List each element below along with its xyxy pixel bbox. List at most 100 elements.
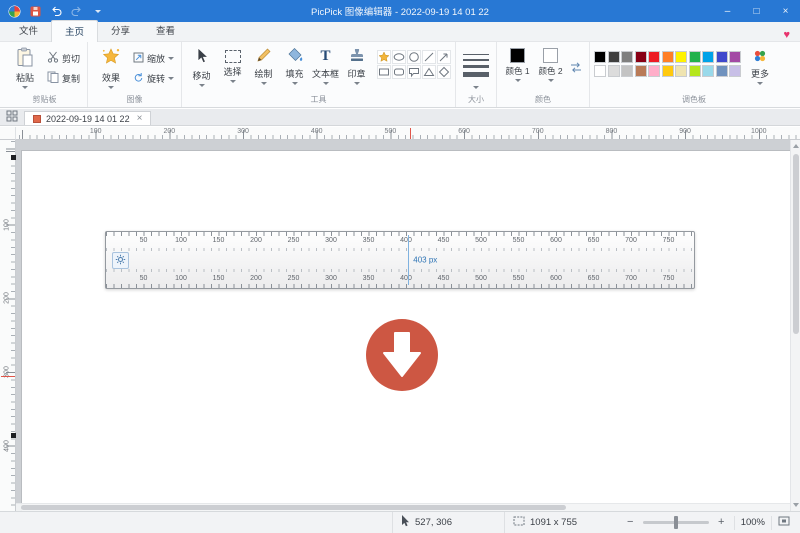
shape-rounded-rectangle-button[interactable] [392,65,406,79]
rotate-button[interactable]: 旋转 [130,70,177,86]
textbox-chevron-icon [323,82,329,85]
canvas[interactable]: 5010015020025030035040045050055060065070… [22,151,790,511]
palette-swatch[interactable] [729,65,741,77]
scroll-down-icon[interactable] [793,503,799,507]
draw-tool-button[interactable]: 绘制 [248,45,279,85]
vertical-scrollbar[interactable] [790,140,800,511]
group-tools: 移动 选择 绘制 填充 [182,42,456,107]
maximize-button[interactable]: □ [742,0,771,22]
redo-icon[interactable] [70,4,84,18]
paste-chevron-icon [22,86,28,89]
copy-button[interactable]: 复制 [44,70,83,86]
ruler-tool-number: 100 [175,275,187,282]
horizontal-scrollbar[interactable] [16,503,790,511]
stamp-tool-button[interactable]: 印章 [341,45,372,85]
horizontal-scrollbar-thumb[interactable] [21,505,566,510]
tab-list-button[interactable] [0,109,24,125]
palette-swatch[interactable] [662,51,674,63]
shape-star-button[interactable] [377,50,391,64]
color2-swatch [543,48,558,63]
cursor-position: 527, 306 [392,512,460,533]
shape-rectangle-button[interactable] [377,65,391,79]
heart-icon[interactable]: ♥ [783,30,790,41]
close-button[interactable]: × [771,0,800,22]
resize-button[interactable]: 缩放 [130,50,177,66]
zoom-out-button[interactable]: − [624,516,637,529]
zoom-slider[interactable] [643,521,709,524]
zoom-slider-thumb[interactable] [674,516,678,529]
tab-share[interactable]: 分享 [98,20,143,41]
palette-swatch[interactable] [621,51,633,63]
cut-button[interactable]: 剪切 [44,50,83,66]
palette-swatch[interactable] [689,51,701,63]
ruler-tool-image: 5010015020025030035040045050055060065070… [105,231,695,289]
palette-swatch[interactable] [648,51,660,63]
palette-swatch[interactable] [635,65,647,77]
palette-swatch[interactable] [702,65,714,77]
shape-ellipse-button[interactable] [392,50,406,64]
size-chevron-icon[interactable] [473,86,479,89]
palette-swatch[interactable] [716,65,728,77]
palette-swatch[interactable] [635,51,647,63]
tab-home[interactable]: 主页 [51,20,98,42]
horizontal-cursor-marker [410,128,411,139]
save-icon[interactable] [28,4,42,18]
palette-swatch[interactable] [621,65,633,77]
palette-swatch[interactable] [716,51,728,63]
palette-swatch[interactable] [648,65,660,77]
quick-access-chevron-icon[interactable] [91,4,105,18]
group-colors: 颜色 1 颜色 2 颜色 [497,42,590,107]
group-label-palette: 调色板 [590,94,798,107]
selection-rect-icon [225,50,241,63]
palette-swatch[interactable] [662,65,674,77]
color2-button[interactable]: 颜色 2 [534,45,567,82]
palette-swatch[interactable] [729,51,741,63]
effects-button[interactable]: 效果 [92,45,130,89]
paste-button[interactable]: 粘贴 [6,45,44,89]
ruler-tool-number: 350 [363,237,375,244]
shape-line-button[interactable] [422,50,436,64]
tab-view[interactable]: 查看 [143,20,188,41]
vertical-scrollbar-thumb[interactable] [793,154,799,334]
canvas-edge-handle[interactable] [11,433,16,438]
select-tool-button[interactable]: 选择 [217,45,248,83]
group-palette: 更多 调色板 [590,42,798,107]
more-colors-button[interactable]: 更多 [741,45,779,85]
shape-diamond-button[interactable] [437,65,451,79]
palette-swatch[interactable] [675,51,687,63]
fit-to-window-button[interactable] [778,515,790,530]
swap-colors-button[interactable] [567,45,585,77]
move-tool-button[interactable]: 移动 [186,45,217,87]
color1-button[interactable]: 颜色 1 [501,45,534,82]
scroll-up-icon[interactable] [793,144,799,148]
palette-swatch[interactable] [594,65,606,77]
minimize-button[interactable]: – [713,0,742,22]
palette-swatch[interactable] [675,65,687,77]
ruler-tool-number: 750 [663,275,675,282]
ribbon-tab-row: 文件 主页 分享 查看 ♥ [0,22,800,42]
select-chevron-icon [230,80,236,83]
more-chevron-icon [757,82,763,85]
palette-swatch[interactable] [608,51,620,63]
zoom-in-button[interactable]: + [715,516,728,529]
group-label-size: 大小 [456,94,496,107]
shape-circle-button[interactable] [407,50,421,64]
textbox-tool-button[interactable]: T 文本框 [310,45,341,85]
palette-swatch[interactable] [689,65,701,77]
palette-swatch[interactable] [594,51,606,63]
palette-swatch[interactable] [608,65,620,77]
document-tab-close-icon[interactable]: × [135,113,143,124]
fill-tool-button[interactable]: 填充 [279,45,310,85]
canvas-edge-handle[interactable] [11,155,16,160]
shape-triangle-button[interactable] [422,65,436,79]
shape-arrow-button[interactable] [437,50,451,64]
effects-chevron-icon [108,86,114,89]
ruler-tool-number: 150 [213,275,225,282]
document-tab[interactable]: 2022-09-19 14 01 22 × [24,111,151,125]
line-width-icon[interactable] [463,54,489,77]
tab-file[interactable]: 文件 [6,20,51,41]
h-ruler-number: 200 [164,128,176,135]
undo-icon[interactable] [49,4,63,18]
palette-swatch[interactable] [702,51,714,63]
shape-callout-button[interactable] [407,65,421,79]
